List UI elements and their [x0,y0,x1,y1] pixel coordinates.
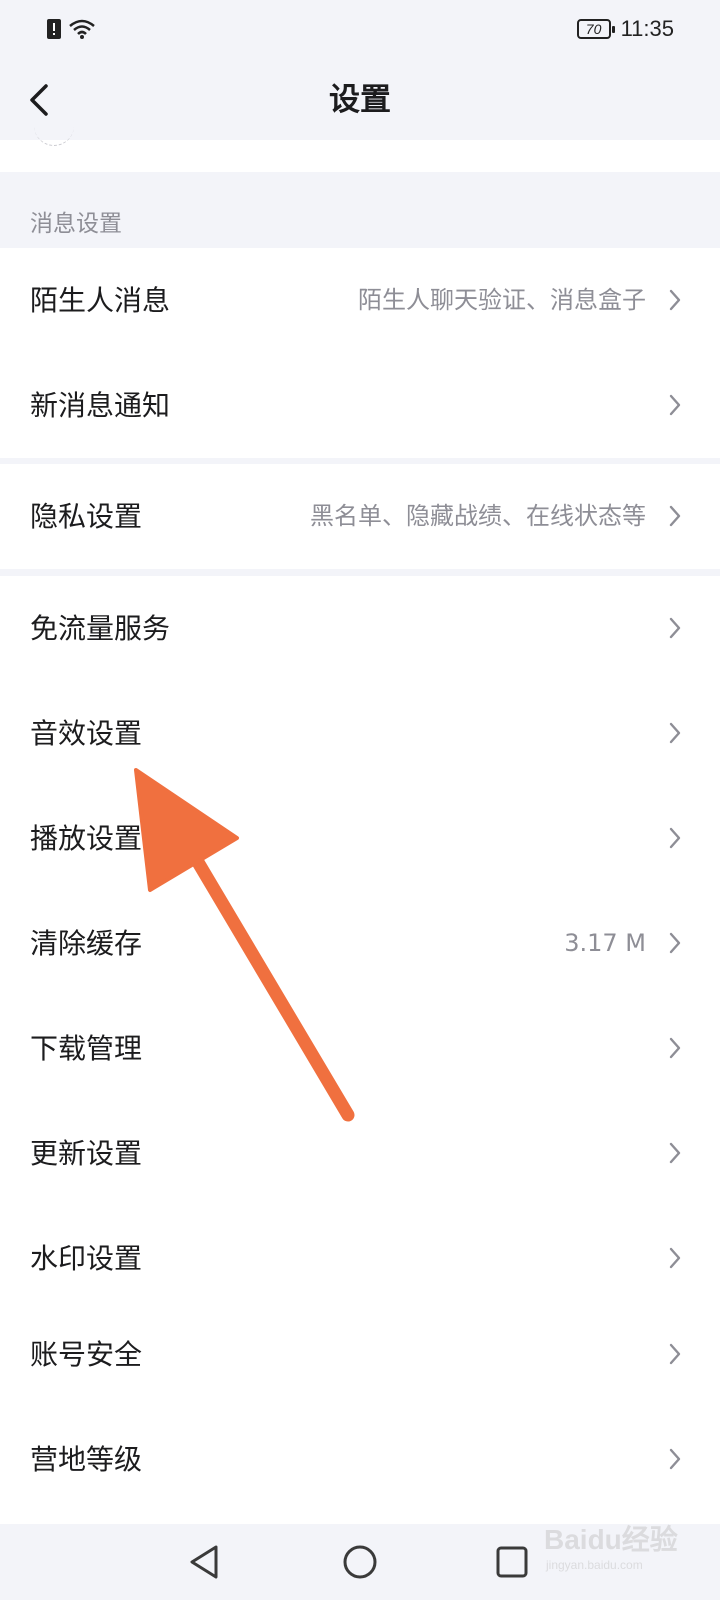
row-label: 账号安全 [30,1338,143,1371]
settings-row-updates[interactable]: 更新设置 [0,1101,720,1206]
cache-size-value: 3.17 M [564,929,646,957]
row-label: 隐私设置 [30,500,143,533]
settings-group-messages: 陌生人消息 陌生人聊天验证、消息盒子 新消息通知 [0,248,720,458]
chevron-right-icon [669,827,681,849]
baidu-watermark: Baidu经验 jingyan.baidu.com [540,1514,700,1574]
row-label: 清除缓存 [30,927,143,960]
settings-row-clear-cache[interactable]: 清除缓存 3.17 M [0,891,720,996]
settings-row-sound-effects[interactable]: 音效设置 [0,681,720,786]
row-label: 更新设置 [30,1137,143,1170]
scrolled-content-edge [0,140,720,172]
nav-back-button[interactable] [184,1540,228,1584]
settings-row-downloads[interactable]: 下载管理 [0,996,720,1101]
settings-row-stranger-messages[interactable]: 陌生人消息 陌生人聊天验证、消息盒子 [0,248,720,353]
nav-home-button[interactable] [338,1540,382,1584]
settings-row-free-data[interactable]: 免流量服务 [0,576,720,681]
chevron-right-icon [669,722,681,744]
settings-group-general: 免流量服务 音效设置 播放设置 清除缓存 3.17 M 下载管理 更新设置 水印… [0,576,720,1311]
nav-recents-button[interactable] [490,1540,534,1584]
settings-row-account-security[interactable]: 账号安全 [0,1302,720,1407]
watermark-sub-text: jingyan.baidu.com [546,1558,643,1572]
row-label: 新消息通知 [30,389,171,422]
row-label: 免流量服务 [30,612,171,645]
chevron-right-icon [669,505,681,527]
chevron-right-icon [669,1343,681,1365]
status-bar: 70 11:35 [0,0,720,60]
settings-row-watermark[interactable]: 水印设置 [0,1206,720,1311]
row-label: 营地等级 [30,1443,143,1476]
chevron-left-icon [30,84,48,116]
watermark-main-text: Baidu经验 [544,1524,678,1555]
status-time: 11:35 [620,16,674,41]
chevron-right-icon [669,394,681,416]
row-label: 播放设置 [30,822,143,855]
chevron-right-icon [669,1448,681,1470]
chevron-right-icon [669,1037,681,1059]
settings-group-account: 账号安全 营地等级 [0,1302,720,1524]
status-icons-right: 70 11:35 [576,16,674,42]
settings-row-new-message-notify[interactable]: 新消息通知 [0,353,720,458]
square-recents-icon [496,1546,528,1578]
chevron-right-icon [669,1247,681,1269]
chevron-right-icon [669,289,681,311]
wifi-icon [69,19,95,39]
settings-row-privacy[interactable]: 隐私设置 黑名单、隐藏战绩、在线状态等 [0,464,720,569]
row-value: 陌生人聊天验证、消息盒子 [358,286,646,314]
settings-row-camp-level[interactable]: 营地等级 [0,1407,720,1512]
section-label-message: 消息设置 [30,211,122,237]
settings-row-playback[interactable]: 播放设置 [0,786,720,891]
row-value: 黑名单、隐藏战绩、在线状态等 [310,502,646,530]
chevron-right-icon [669,932,681,954]
page-title: 设置 [329,82,391,118]
alert-icon [47,19,61,39]
chevron-right-icon [669,617,681,639]
back-button[interactable] [24,78,64,122]
row-label: 音效设置 [30,717,143,750]
triangle-back-icon [190,1545,218,1579]
app-header: 设置 [0,60,720,140]
circle-home-icon [343,1545,377,1579]
row-label: 下载管理 [30,1032,143,1065]
settings-group-privacy: 隐私设置 黑名单、隐藏战绩、在线状态等 [0,464,720,569]
chevron-right-icon [669,1142,681,1164]
avatar-edge [34,120,74,146]
row-label: 水印设置 [30,1242,143,1275]
row-label: 陌生人消息 [30,284,171,317]
battery-icon: 70 [576,19,615,39]
status-icons-left [46,18,96,40]
